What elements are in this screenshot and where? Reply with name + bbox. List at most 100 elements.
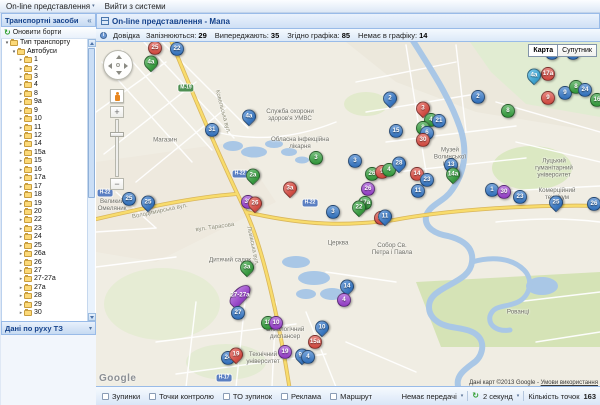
bus-marker[interactable]: 25 <box>148 42 162 55</box>
bus-marker[interactable]: 17а <box>541 67 555 81</box>
tree-route-item[interactable]: 15а <box>2 148 96 157</box>
chevron-down-icon[interactable]: ▾ <box>517 393 520 399</box>
map-area[interactable]: Служба охорони здоров'я УМВС Магазин Облас… <box>96 42 600 387</box>
tree-route-item[interactable]: 11 <box>2 123 96 131</box>
tree-node-buses[interactable]: Автобуси <box>2 47 96 55</box>
menu-online-view[interactable]: On-line представлення ▾ <box>6 2 95 11</box>
bus-marker[interactable]: 30 <box>416 133 430 147</box>
tree-route-item[interactable]: 28 <box>2 292 96 300</box>
pan-up-icon[interactable] <box>116 55 122 59</box>
tree-route-item[interactable]: 27-27а <box>2 275 96 283</box>
tree-route-item[interactable]: 3 <box>2 72 96 81</box>
zoom-out-button[interactable]: − <box>110 178 124 190</box>
bus-marker[interactable]: 30 <box>497 185 511 199</box>
tree-route-item[interactable]: 9а <box>2 98 96 106</box>
schedule-stat: Випереджають: 35 <box>214 30 280 40</box>
layer-checkbox[interactable]: Точки контролю <box>149 392 214 401</box>
no-transmission-dropdown[interactable]: Немає передачі <box>402 392 457 401</box>
bus-marker[interactable]: 22 <box>170 42 184 56</box>
tree-route-item[interactable]: 23 <box>2 224 96 233</box>
bus-marker[interactable]: 3 <box>309 151 323 165</box>
bus-marker[interactable]: 15 <box>389 124 403 138</box>
tree-route-item[interactable]: 17а <box>2 174 96 182</box>
bus-marker[interactable]: 11 <box>411 184 425 198</box>
tree-route-item[interactable]: 14 <box>2 140 96 148</box>
zoom-in-button[interactable]: + <box>110 106 124 118</box>
tree-route-item[interactable]: 2 <box>2 64 96 72</box>
bus-marker[interactable]: 19 <box>278 345 292 359</box>
scroll-down-icon[interactable] <box>88 313 96 321</box>
tree-route-item[interactable]: 24 <box>2 233 96 241</box>
tree-route-item[interactable]: 22 <box>2 216 96 224</box>
bus-marker[interactable]: 3 <box>348 154 362 168</box>
pan-center-icon[interactable] <box>116 63 120 67</box>
zoom-slider-track[interactable] <box>115 119 119 177</box>
bus-marker[interactable]: 15а <box>308 335 322 349</box>
zoom-slider-handle[interactable] <box>110 132 124 137</box>
refresh-interval-dropdown[interactable]: 2 секунд <box>483 392 513 401</box>
bus-marker[interactable]: 24 <box>578 83 592 97</box>
tree-route-item[interactable]: 1 <box>2 56 96 64</box>
tree-route-item[interactable]: 26а <box>2 250 96 258</box>
scrollbar-thumb[interactable] <box>88 48 95 198</box>
bus-marker[interactable]: 23 <box>513 190 527 204</box>
tree-route-item[interactable]: 15 <box>2 157 96 165</box>
bus-marker[interactable]: 4 <box>337 293 351 307</box>
map-type-button[interactable]: Карта <box>528 44 559 57</box>
bus-marker[interactable]: 10 <box>269 316 283 330</box>
map-canvas[interactable] <box>96 42 600 387</box>
layer-checkbox[interactable]: Зупинки <box>102 392 140 401</box>
tree-scrollbar[interactable] <box>87 39 96 321</box>
bus-marker[interactable]: 8 <box>501 104 515 118</box>
layer-checkbox[interactable]: Реклама <box>281 392 321 401</box>
terms-link[interactable]: Умови використання <box>541 380 598 386</box>
bus-marker[interactable]: 21 <box>432 114 446 128</box>
refresh-boards-button[interactable]: ↻ Оновити борти <box>1 27 96 39</box>
pan-left-icon[interactable] <box>108 63 112 69</box>
bus-marker[interactable]: 9 <box>541 91 555 105</box>
checkbox-box[interactable] <box>222 392 230 400</box>
bus-marker[interactable]: 26 <box>361 182 375 196</box>
tree-route-item[interactable]: 20 <box>2 207 96 216</box>
tree-route-item[interactable]: 27а <box>2 283 96 292</box>
menu-logout[interactable]: Вийти з системи <box>105 2 166 11</box>
tree-node-transport-type[interactable]: Тип транспорту <box>2 39 96 47</box>
chevron-down-icon[interactable]: ▾ <box>461 393 464 399</box>
tree-route-item[interactable]: 16 <box>2 165 96 174</box>
pan-down-icon[interactable] <box>116 71 122 75</box>
bus-marker[interactable]: 16 <box>590 93 600 107</box>
checkbox-box[interactable] <box>330 392 338 400</box>
map-type-button[interactable]: Супутник <box>558 44 597 57</box>
bus-marker[interactable]: 31 <box>205 123 219 137</box>
tree-route-item[interactable]: 29 <box>2 300 96 309</box>
bus-marker[interactable]: 25 <box>122 192 136 206</box>
tree-route-item[interactable]: 19 <box>2 199 96 207</box>
tree-route-item[interactable]: 8 <box>2 89 96 98</box>
scroll-up-icon[interactable] <box>88 39 96 47</box>
checkbox-box[interactable] <box>149 392 157 400</box>
tree-route-item[interactable]: 25 <box>2 241 96 250</box>
tree-route-item[interactable]: 18 <box>2 191 96 199</box>
movement-data-panel-header[interactable]: Дані по руху ТЗ ▾ <box>1 321 96 335</box>
layer-checkbox[interactable]: Маршрут <box>330 392 372 401</box>
bus-marker[interactable]: 2 <box>471 90 485 104</box>
bus-marker[interactable]: 27 <box>231 306 245 320</box>
street-view-pegman-icon[interactable] <box>110 89 124 103</box>
tree-route-item[interactable]: 4 <box>2 81 96 89</box>
pan-right-icon[interactable] <box>124 63 128 69</box>
tree-route-item[interactable]: 10 <box>2 115 96 123</box>
collapse-panel-icon[interactable]: « <box>84 15 95 26</box>
checkbox-box[interactable] <box>102 392 109 400</box>
checkbox-box[interactable] <box>281 392 289 400</box>
layer-checkbox[interactable]: ТО зупинок <box>222 392 272 401</box>
bus-marker[interactable]: 4 <box>301 350 315 364</box>
tree-route-item[interactable]: 26 <box>2 258 96 266</box>
tree-route-item[interactable]: 17 <box>2 182 96 190</box>
bus-marker[interactable]: 26 <box>587 197 600 211</box>
tree-route-item[interactable]: 30 <box>2 309 96 317</box>
tree-route-item[interactable]: 9 <box>2 106 96 115</box>
bus-marker[interactable]: 3 <box>326 205 340 219</box>
tree-route-item[interactable]: 27 <box>2 267 96 275</box>
tree-route-item[interactable]: 12 <box>2 132 96 140</box>
map-pan-control[interactable] <box>103 50 133 80</box>
